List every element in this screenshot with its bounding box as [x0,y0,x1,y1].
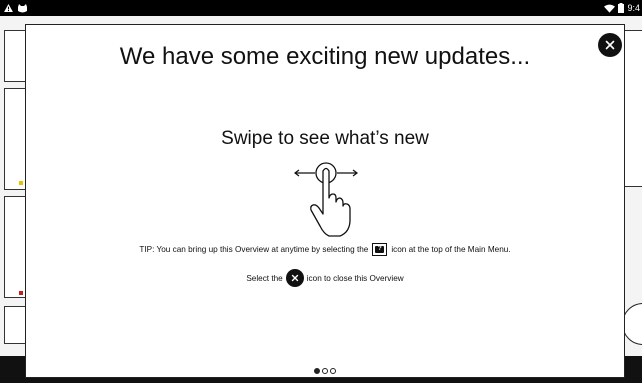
page-dot-1[interactable] [314,368,320,374]
status-time: 9:4 [627,3,640,13]
background-round-button [622,303,642,345]
status-bar: 9:4 [0,0,642,16]
close-instruction-line: Select the icon to close this Overview [26,269,624,287]
close-instruction-before: Select the [246,273,283,283]
background-red-marker [19,291,23,295]
overview-headline: We have some exciting new updates... [119,43,531,70]
status-left [4,0,28,16]
close-instruction-after: icon to close this Overview [306,273,404,283]
background-yellow-marker [19,181,23,185]
inline-close-icon [285,269,304,287]
page-dot-2[interactable] [322,368,328,374]
cat-icon [18,3,27,12]
close-icon [605,40,615,50]
tip-text-after: icon at the top of the Main Menu. [391,245,511,254]
swipe-hand-icon [294,162,358,237]
tip-line: TIP: You can bring up this Overview at a… [26,243,624,256]
help-icon: ? [372,243,388,256]
overview-subhead: Swipe to see what’s new [221,128,429,149]
page-indicator [26,368,624,374]
status-right: 9:4 [604,0,640,16]
close-button[interactable] [598,33,622,57]
tip-text-before: TIP: You can bring up this Overview at a… [139,245,369,254]
page-dot-3[interactable] [330,368,336,374]
overview-modal: We have some exciting new updates... Swi… [25,24,625,378]
battery-icon [618,3,625,13]
wifi-icon [604,4,616,13]
warning-icon [4,4,13,12]
screen: 9:4 We have some exciting new updates...… [0,0,642,383]
